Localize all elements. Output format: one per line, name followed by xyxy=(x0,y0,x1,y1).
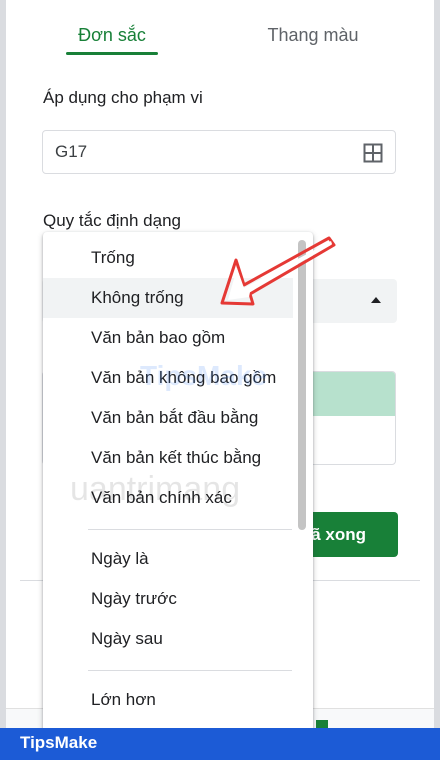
brand-bar: TipsMake xyxy=(0,728,440,760)
brand-logo-text: TipsMake xyxy=(20,733,98,752)
annotation-arrow-icon xyxy=(220,236,336,306)
